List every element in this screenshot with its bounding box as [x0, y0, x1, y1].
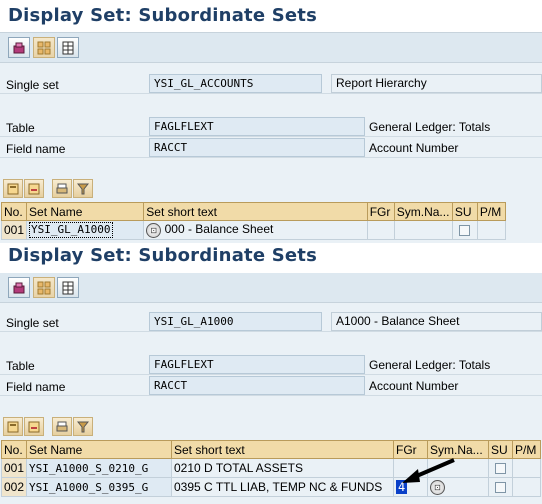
column-header-pm[interactable]: P/M: [512, 440, 541, 459]
table-row[interactable]: 001 YSI_GL_A1000 ⊡ 000 - Balance Sheet: [0, 220, 507, 240]
table-toolbar: [0, 176, 120, 202]
filter-button[interactable]: [73, 417, 93, 436]
table-label: Table: [6, 359, 35, 373]
table-description: General Ledger: Totals: [369, 358, 491, 372]
subordinate-sets-table: No. Set Name Set short text FGr Sym.Na..…: [1, 440, 541, 497]
display-hierarchy-button[interactable]: [8, 37, 30, 58]
set-name-cell[interactable]: YSI_GL_A1000: [26, 220, 145, 240]
select-all-icon: [7, 183, 19, 194]
select-all-icon: [7, 421, 19, 432]
short-text-value: 000 - Balance Sheet: [164, 222, 274, 237]
table-field[interactable]: FAGLFLEXT: [149, 355, 365, 374]
column-header-no[interactable]: No.: [0, 202, 28, 221]
display-hierarchy-icon: [13, 42, 25, 53]
application-toolbar: [0, 33, 542, 63]
su-checkbox[interactable]: [495, 482, 506, 494]
column-header-no[interactable]: No.: [1, 440, 27, 459]
document-button[interactable]: [57, 277, 79, 298]
table-field[interactable]: FAGLFLEXT: [149, 117, 365, 136]
deselect-all-icon: [28, 421, 40, 432]
filter-button[interactable]: [73, 179, 93, 198]
title-bar: Display Set: Subordinate Sets: [0, 0, 542, 33]
title-bar: Display Set: Subordinate Sets: [0, 243, 542, 275]
row-number: 001: [1, 458, 27, 478]
annotation-arrow-icon: [402, 458, 455, 483]
short-text-cell: ⊡ 000 - Balance Sheet: [143, 220, 368, 240]
field-name-field[interactable]: RACCT: [149, 376, 365, 395]
column-header-pm[interactable]: P/M: [476, 202, 507, 221]
field-name-label: Field name: [6, 380, 66, 394]
field-name-description: Account Number: [369, 379, 459, 393]
print-icon: [56, 183, 68, 193]
single-set-label: Single set: [6, 78, 59, 92]
display-hierarchy-icon: [13, 282, 25, 293]
set-name-cell[interactable]: YSI_A1000_S_0210_G: [26, 458, 172, 478]
single-set-field[interactable]: YSI_GL_A1000: [149, 312, 322, 331]
su-cell: [451, 220, 478, 240]
sets-icon: [37, 41, 51, 54]
table-toolbar: [0, 414, 120, 440]
document-icon: [62, 281, 74, 294]
table-label: Table: [6, 121, 35, 135]
deselect-all-button[interactable]: [24, 179, 44, 198]
su-checkbox[interactable]: [495, 463, 506, 475]
column-header-set-name[interactable]: Set Name: [26, 202, 145, 221]
field-name-field[interactable]: RACCT: [149, 138, 365, 157]
pm-cell[interactable]: [512, 458, 541, 478]
column-header-short-text[interactable]: Set short text: [171, 440, 394, 459]
row-number: 002: [1, 477, 27, 497]
filter-icon: [77, 421, 89, 432]
table-header-row: No. Set Name Set short text FGr Sym.Na..…: [1, 440, 541, 459]
page-title: Display Set: Subordinate Sets: [8, 5, 318, 26]
print-button[interactable]: [52, 417, 72, 436]
su-cell: [488, 458, 513, 478]
table-row[interactable]: 001 YSI_A1000_S_0210_G 0210 D TOTAL ASSE…: [1, 458, 541, 478]
su-cell: [488, 477, 513, 497]
short-text-cell: 0395 C TTL LIAB, TEMP NC & FUNDS: [171, 477, 394, 497]
filter-icon: [77, 183, 89, 194]
column-header-su[interactable]: SU: [488, 440, 513, 459]
row-number: 001: [0, 220, 28, 240]
value-help-icon[interactable]: ⊡: [146, 222, 162, 238]
application-toolbar: [0, 273, 542, 303]
sets-button[interactable]: [33, 37, 55, 58]
document-icon: [62, 41, 74, 54]
single-set-label: Single set: [6, 316, 59, 330]
field-name-description: Account Number: [369, 141, 459, 155]
column-header-su[interactable]: SU: [451, 202, 478, 221]
table-description: General Ledger: Totals: [369, 120, 491, 134]
print-button[interactable]: [52, 179, 72, 198]
display-hierarchy-button[interactable]: [8, 277, 30, 298]
deselect-all-icon: [28, 183, 40, 194]
document-button[interactable]: [57, 37, 79, 58]
select-all-button[interactable]: [3, 179, 23, 198]
sets-icon: [37, 281, 51, 294]
table-header-row: No. Set Name Set short text FGr Sym.Na..…: [0, 202, 507, 221]
column-header-sym-name[interactable]: Sym.Na...: [393, 202, 453, 221]
single-set-field[interactable]: YSI_GL_ACCOUNTS: [149, 74, 322, 93]
field-name-label: Field name: [6, 142, 66, 156]
single-set-description: A1000 - Balance Sheet: [331, 312, 542, 331]
table-row[interactable]: 002 YSI_A1000_S_0395_G 0395 C TTL LIAB, …: [1, 477, 541, 497]
pm-cell[interactable]: [476, 220, 507, 240]
display-set-screen-1: Display Set: Subordinate Sets Single set…: [0, 0, 542, 243]
column-header-short-text[interactable]: Set short text: [143, 202, 368, 221]
fgr-cell[interactable]: [366, 220, 395, 240]
print-icon: [56, 421, 68, 431]
short-text-cell: 0210 D TOTAL ASSETS: [171, 458, 394, 478]
set-name-value[interactable]: YSI_GL_A1000: [29, 222, 113, 238]
page-title: Display Set: Subordinate Sets: [8, 245, 318, 266]
pm-cell[interactable]: [512, 477, 541, 497]
display-set-screen-2: Display Set: Subordinate Sets Single set…: [0, 243, 542, 504]
column-header-fgr[interactable]: FGr: [366, 202, 395, 221]
column-header-set-name[interactable]: Set Name: [26, 440, 172, 459]
subordinate-sets-table: No. Set Name Set short text FGr Sym.Na..…: [0, 202, 507, 240]
select-all-button[interactable]: [3, 417, 23, 436]
su-checkbox[interactable]: [459, 225, 471, 237]
deselect-all-button[interactable]: [24, 417, 44, 436]
single-set-description: Report Hierarchy: [331, 74, 542, 93]
set-name-cell[interactable]: YSI_A1000_S_0395_G: [26, 477, 172, 497]
sym-name-cell[interactable]: [393, 220, 453, 240]
sets-button[interactable]: [33, 277, 55, 298]
